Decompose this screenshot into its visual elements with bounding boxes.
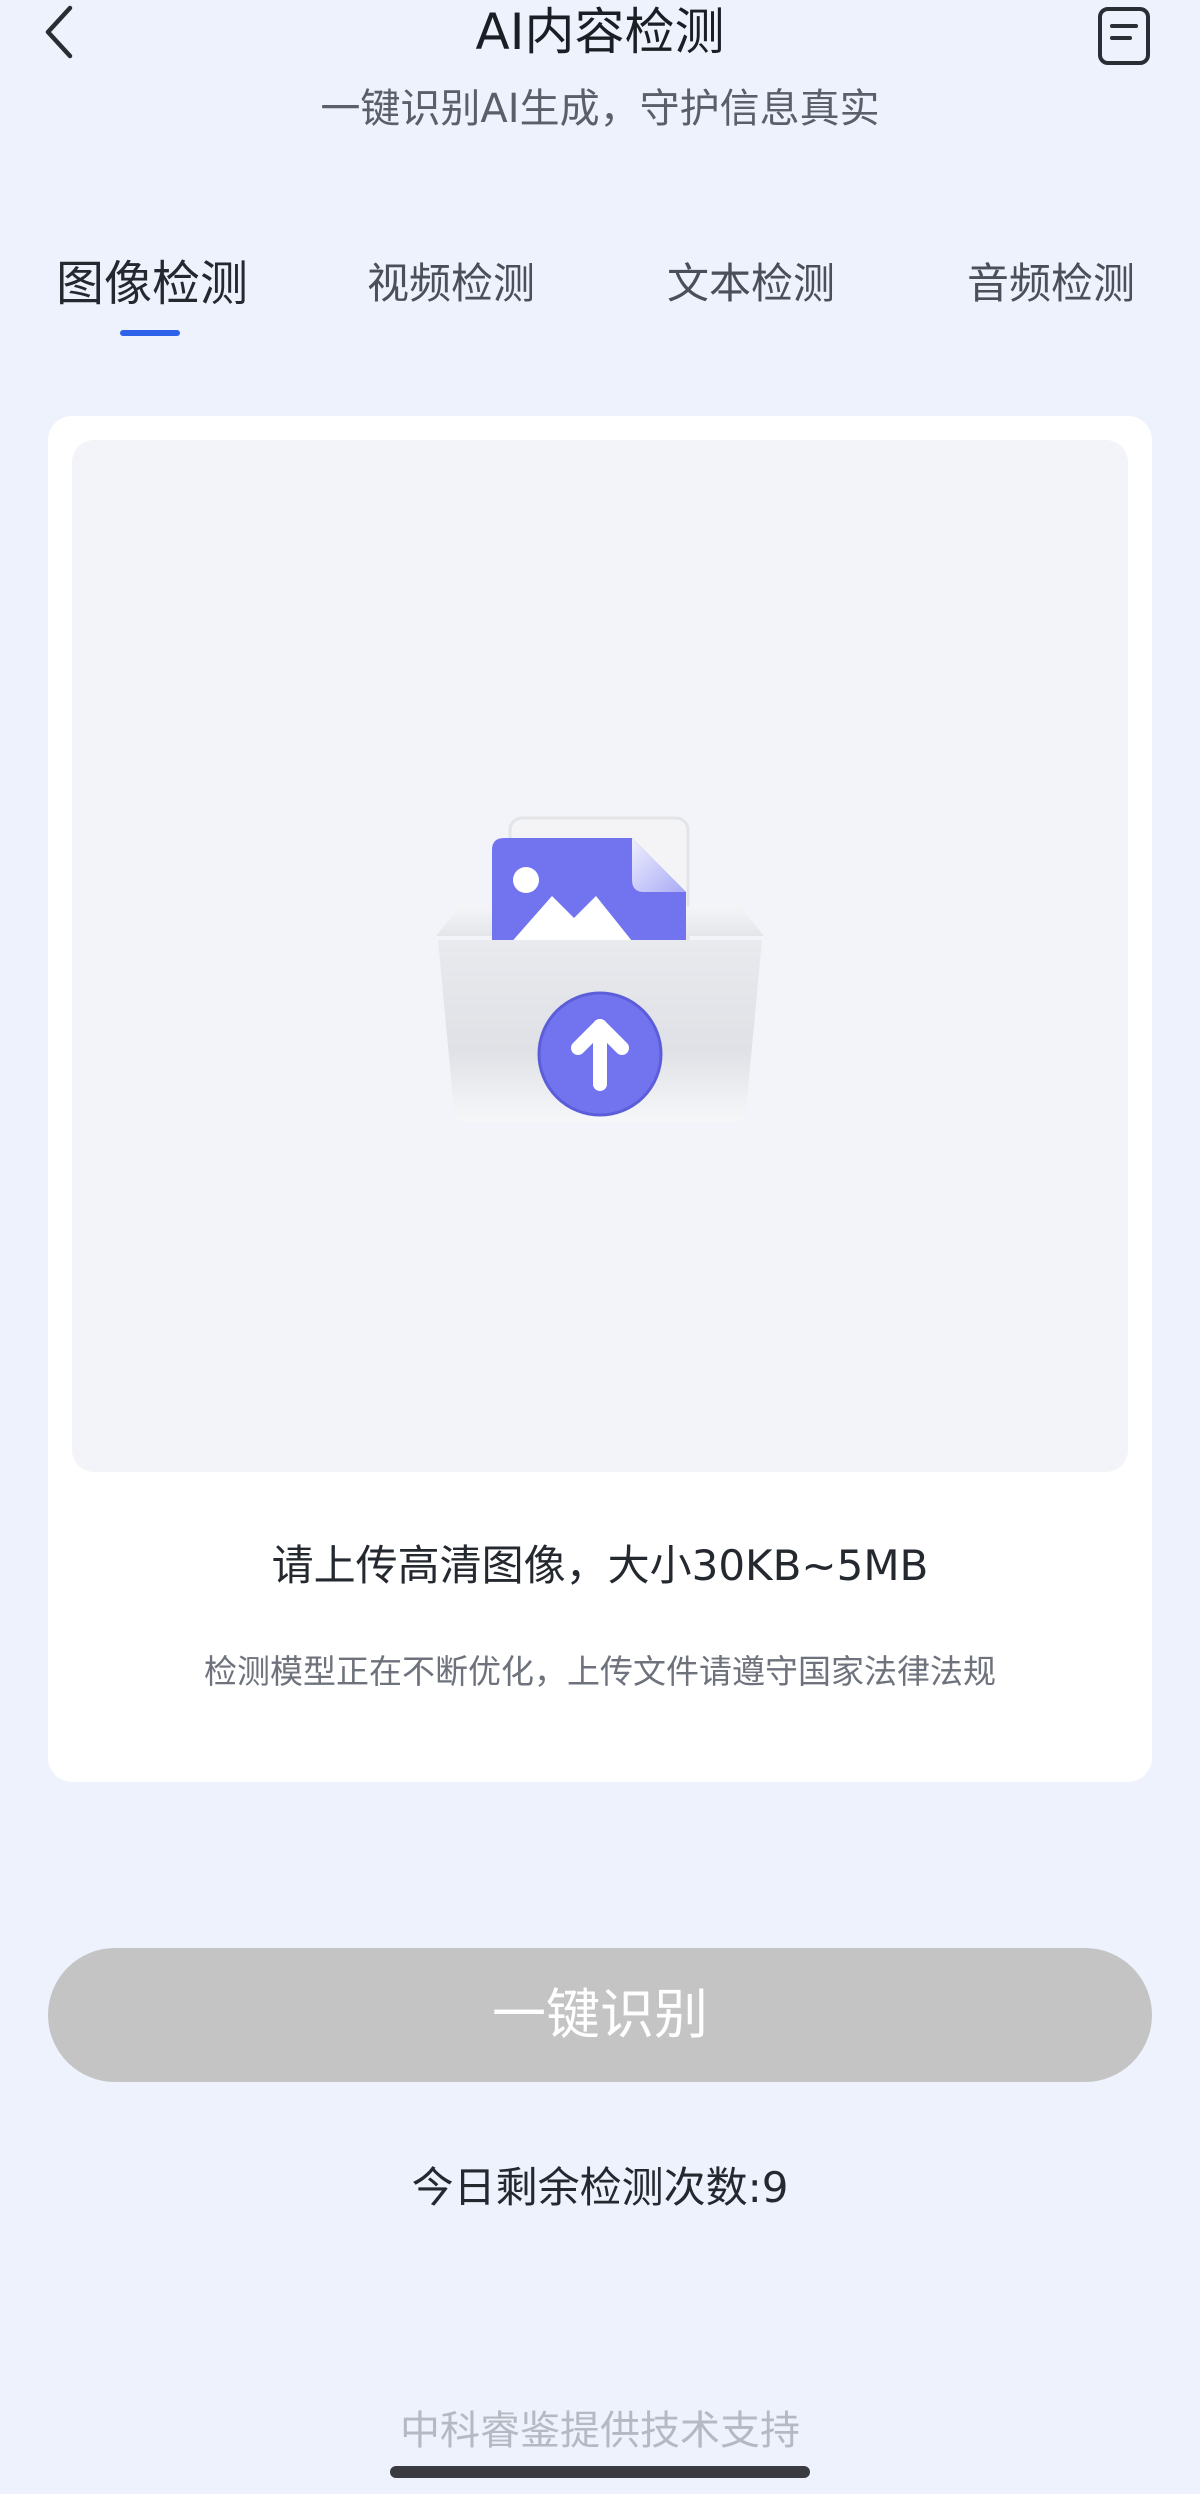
- header: AI内容检测 一键识别AI生成，守护信息真实: [0, 0, 1200, 150]
- document-list-icon: [1098, 7, 1150, 65]
- image-upload-area[interactable]: [72, 440, 1128, 1472]
- tab-image-detection[interactable]: 图像检测: [56, 248, 248, 320]
- tab-video-detection[interactable]: 视频检测: [367, 248, 535, 320]
- history-records-button[interactable]: [1092, 4, 1156, 68]
- detection-type-tabs: 图像检测 视频检测 文本检测 音频检测: [0, 248, 1200, 348]
- remaining-detections-count: 今日剩余检测次数:9: [411, 2163, 789, 2212]
- upload-card: 请上传高清图像，大小30KB~5MB 检测模型正在不断优化，上传文件请遵守国家法…: [48, 416, 1152, 1782]
- tab-text-detection[interactable]: 文本检测: [667, 248, 835, 320]
- page-title: AI内容检测: [475, 3, 725, 61]
- one-click-detect-button[interactable]: 一键识别: [48, 1948, 1152, 2082]
- upload-compliance-note: 检测模型正在不断优化，上传文件请遵守国家法律法规: [204, 1652, 996, 1691]
- page-subtitle: 一键识别AI生成，守护信息真实: [320, 86, 880, 132]
- active-tab-indicator: [120, 330, 180, 336]
- tech-support-credit: 中科睿鉴提供技术支持: [400, 2408, 800, 2454]
- home-indicator[interactable]: [390, 2466, 810, 2478]
- image-upload-icon: [436, 816, 764, 1122]
- tab-audio-detection[interactable]: 音频检测: [967, 248, 1135, 320]
- upload-size-hint: 请上传高清图像，大小30KB~5MB: [271, 1541, 929, 1590]
